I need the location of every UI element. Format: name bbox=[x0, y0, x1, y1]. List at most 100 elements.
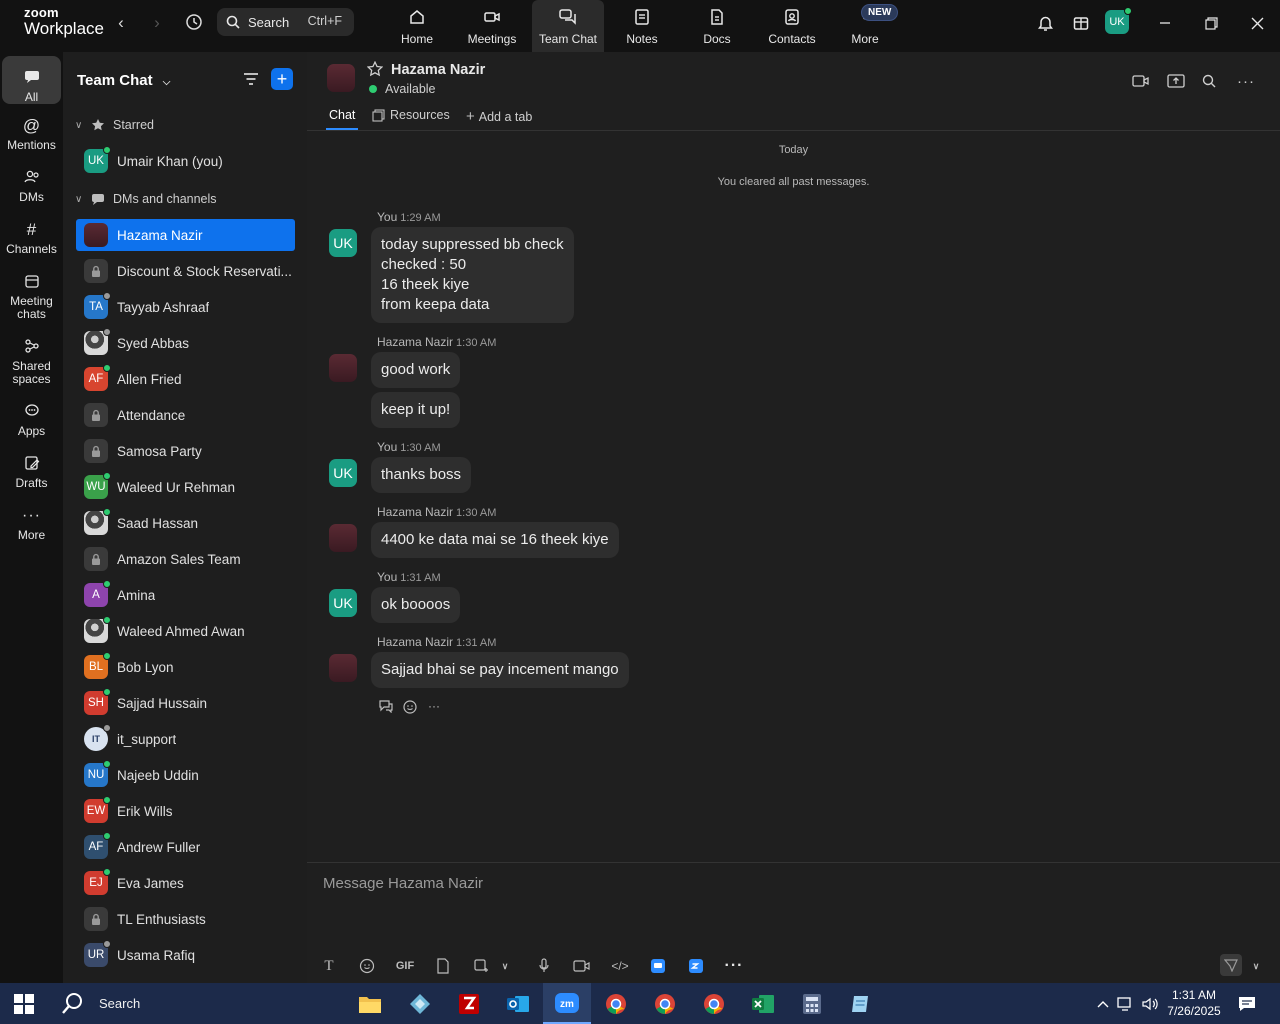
list-item-amazon-sales-team[interactable]: Amazon Sales Team bbox=[76, 543, 295, 575]
list-item-syed-abbas[interactable]: Syed Abbas bbox=[76, 327, 295, 359]
list-item-attendance[interactable]: Attendance bbox=[76, 399, 295, 431]
contact-name[interactable]: Hazama Nazir bbox=[391, 62, 485, 78]
bell-icon[interactable] bbox=[1034, 12, 1056, 34]
screenshot-icon[interactable] bbox=[470, 955, 492, 977]
list-item-samosa-party[interactable]: Samosa Party bbox=[76, 435, 295, 467]
windows-start-icon[interactable] bbox=[14, 994, 34, 1017]
share-screen-icon[interactable] bbox=[1165, 70, 1187, 92]
calculator-icon[interactable] bbox=[788, 983, 836, 1024]
list-item-tl-enthusiasts[interactable]: TL Enthusiasts bbox=[76, 903, 295, 935]
tab-add[interactable]: + Add a tab bbox=[466, 108, 532, 125]
taskbar-search-icon[interactable] bbox=[60, 991, 86, 1020]
star-outline-icon[interactable] bbox=[366, 60, 384, 80]
microphone-icon[interactable] bbox=[533, 955, 555, 977]
message-bubble[interactable]: keep it up! bbox=[371, 392, 461, 428]
list-item-it-support[interactable]: IT it_support bbox=[76, 723, 295, 755]
rail-channels[interactable]: # Channels bbox=[2, 218, 61, 256]
tab-meetings[interactable]: Meetings bbox=[456, 0, 528, 52]
tab-home[interactable]: Home bbox=[381, 0, 453, 52]
gif-button[interactable]: GIF bbox=[394, 955, 416, 977]
notifications-icon[interactable] bbox=[1238, 995, 1256, 1013]
list-item-saad-hassan[interactable]: Saad Hassan bbox=[76, 507, 295, 539]
rail-more[interactable]: ··· More bbox=[2, 504, 61, 542]
taskbar-search-label[interactable]: Search bbox=[99, 996, 140, 1011]
tab-notes[interactable]: Notes bbox=[606, 0, 678, 52]
video-message-icon[interactable] bbox=[571, 955, 593, 977]
restore-icon[interactable] bbox=[1200, 12, 1222, 34]
my-avatar[interactable]: UK bbox=[329, 459, 357, 487]
chrome-profile-2-icon[interactable] bbox=[690, 983, 738, 1024]
close-icon[interactable] bbox=[1246, 12, 1268, 34]
list-item-bob-lyon[interactable]: BL Bob Lyon bbox=[76, 651, 295, 683]
file-explorer-icon[interactable] bbox=[346, 983, 394, 1024]
clock[interactable]: 1:31 AM 7/26/2025 bbox=[1163, 987, 1225, 1019]
message-bubble[interactable]: ok boooos bbox=[371, 587, 461, 623]
list-item-hazama-nazir[interactable]: Hazama Nazir bbox=[76, 219, 295, 251]
message-more-icon[interactable]: ··· bbox=[425, 697, 443, 715]
search-box[interactable]: Search Ctrl+F bbox=[217, 8, 354, 36]
list-item-eva-james[interactable]: EJ Eva James bbox=[76, 867, 295, 899]
section-starred[interactable]: ∨ Starred bbox=[75, 118, 154, 132]
reply-thread-icon[interactable] bbox=[377, 697, 395, 715]
more-options-icon[interactable]: ··· bbox=[1235, 70, 1257, 92]
section-dms-channels[interactable]: ∨ DMs and channels bbox=[75, 192, 217, 206]
history-icon[interactable] bbox=[183, 11, 205, 33]
screenshot-dropdown-chevron-icon[interactable]: ∨ bbox=[494, 955, 516, 977]
back-arrow-icon[interactable]: ‹ bbox=[110, 12, 132, 34]
send-options-chevron-icon[interactable]: ∨ bbox=[1245, 955, 1267, 977]
app-blue-zoom-icon[interactable] bbox=[685, 955, 707, 977]
contact-avatar[interactable] bbox=[327, 64, 355, 92]
tray-chevron-up-icon[interactable] bbox=[1094, 995, 1112, 1013]
minimize-icon[interactable] bbox=[1154, 12, 1176, 34]
list-item-umair-khan-you[interactable]: UK Umair Khan (you) bbox=[76, 145, 295, 177]
tab-team-chat[interactable]: Team Chat bbox=[532, 0, 604, 52]
rail-dms[interactable]: DMs bbox=[2, 166, 61, 204]
team-chat-dropdown[interactable]: Team Chat ⌵ bbox=[77, 72, 170, 89]
volume-icon[interactable] bbox=[1141, 995, 1159, 1013]
rail-shared-spaces[interactable]: Shared spaces bbox=[2, 335, 61, 386]
forward-arrow-icon[interactable]: › bbox=[146, 12, 168, 34]
text-format-icon[interactable]: T bbox=[318, 955, 340, 977]
excel-icon[interactable] bbox=[739, 983, 787, 1024]
rail-mentions[interactable]: @ Mentions bbox=[2, 114, 61, 152]
zoom-taskbar-icon[interactable]: zm bbox=[543, 983, 591, 1024]
add-reaction-icon[interactable] bbox=[401, 697, 419, 715]
tab-contacts[interactable]: Contacts bbox=[756, 0, 828, 52]
rail-apps[interactable]: Apps bbox=[2, 400, 61, 438]
my-avatar[interactable]: UK bbox=[329, 229, 357, 257]
list-item-amina[interactable]: A Amina bbox=[76, 579, 295, 611]
rail-all[interactable]: All bbox=[2, 56, 61, 104]
filter-icon[interactable] bbox=[242, 70, 260, 91]
message-bubble[interactable]: thanks boss bbox=[371, 457, 472, 493]
calendar-gift-icon[interactable] bbox=[1070, 12, 1092, 34]
send-button[interactable] bbox=[1220, 954, 1242, 976]
outlook-icon[interactable] bbox=[494, 983, 542, 1024]
app-diamond-icon[interactable] bbox=[396, 983, 444, 1024]
contact-message-avatar[interactable] bbox=[329, 354, 357, 382]
chrome-icon[interactable] bbox=[592, 983, 640, 1024]
message-bubble[interactable]: Sajjad bhai se pay incement mango bbox=[371, 652, 629, 688]
network-icon[interactable] bbox=[1117, 995, 1135, 1013]
message-composer[interactable]: Message Hazama Nazir T GIF ∨ </> ··· ∨ bbox=[307, 862, 1280, 983]
message-bubble[interactable]: 4400 ke data mai se 16 theek kiye bbox=[371, 522, 619, 558]
list-item-allen-fried[interactable]: AF Allen Fried bbox=[76, 363, 295, 395]
my-avatar[interactable]: UK bbox=[329, 589, 357, 617]
composer-more-icon[interactable]: ··· bbox=[723, 955, 745, 977]
rail-drafts[interactable]: Drafts bbox=[2, 452, 61, 490]
message-bubble[interactable]: today suppressed bb check checked : 50 1… bbox=[371, 227, 574, 323]
list-item-waleed-ahmed-awan[interactable]: Waleed Ahmed Awan bbox=[76, 615, 295, 647]
tab-chat[interactable]: Chat bbox=[329, 108, 355, 122]
list-item-erik-wills[interactable]: EW Erik Wills bbox=[76, 795, 295, 827]
list-item-discount-stock-reservati[interactable]: Discount & Stock Reservati... bbox=[76, 255, 295, 287]
tab-docs[interactable]: Docs bbox=[681, 0, 753, 52]
list-item-andrew-fuller[interactable]: AF Andrew Fuller bbox=[76, 831, 295, 863]
code-snippet-icon[interactable]: </> bbox=[609, 955, 631, 977]
list-item-tayyab-ashraaf[interactable]: TA Tayyab Ashraaf bbox=[76, 291, 295, 323]
rail-meeting-chats[interactable]: Meeting chats bbox=[2, 270, 61, 321]
list-item-najeeb-uddin[interactable]: NU Najeeb Uddin bbox=[76, 759, 295, 791]
filezilla-icon[interactable] bbox=[445, 983, 493, 1024]
notepad-icon[interactable] bbox=[837, 983, 885, 1024]
list-item-waleed-ur-rehman[interactable]: WU Waleed Ur Rehman bbox=[76, 471, 295, 503]
contact-message-avatar[interactable] bbox=[329, 524, 357, 552]
new-chat-button[interactable]: + bbox=[271, 68, 293, 90]
